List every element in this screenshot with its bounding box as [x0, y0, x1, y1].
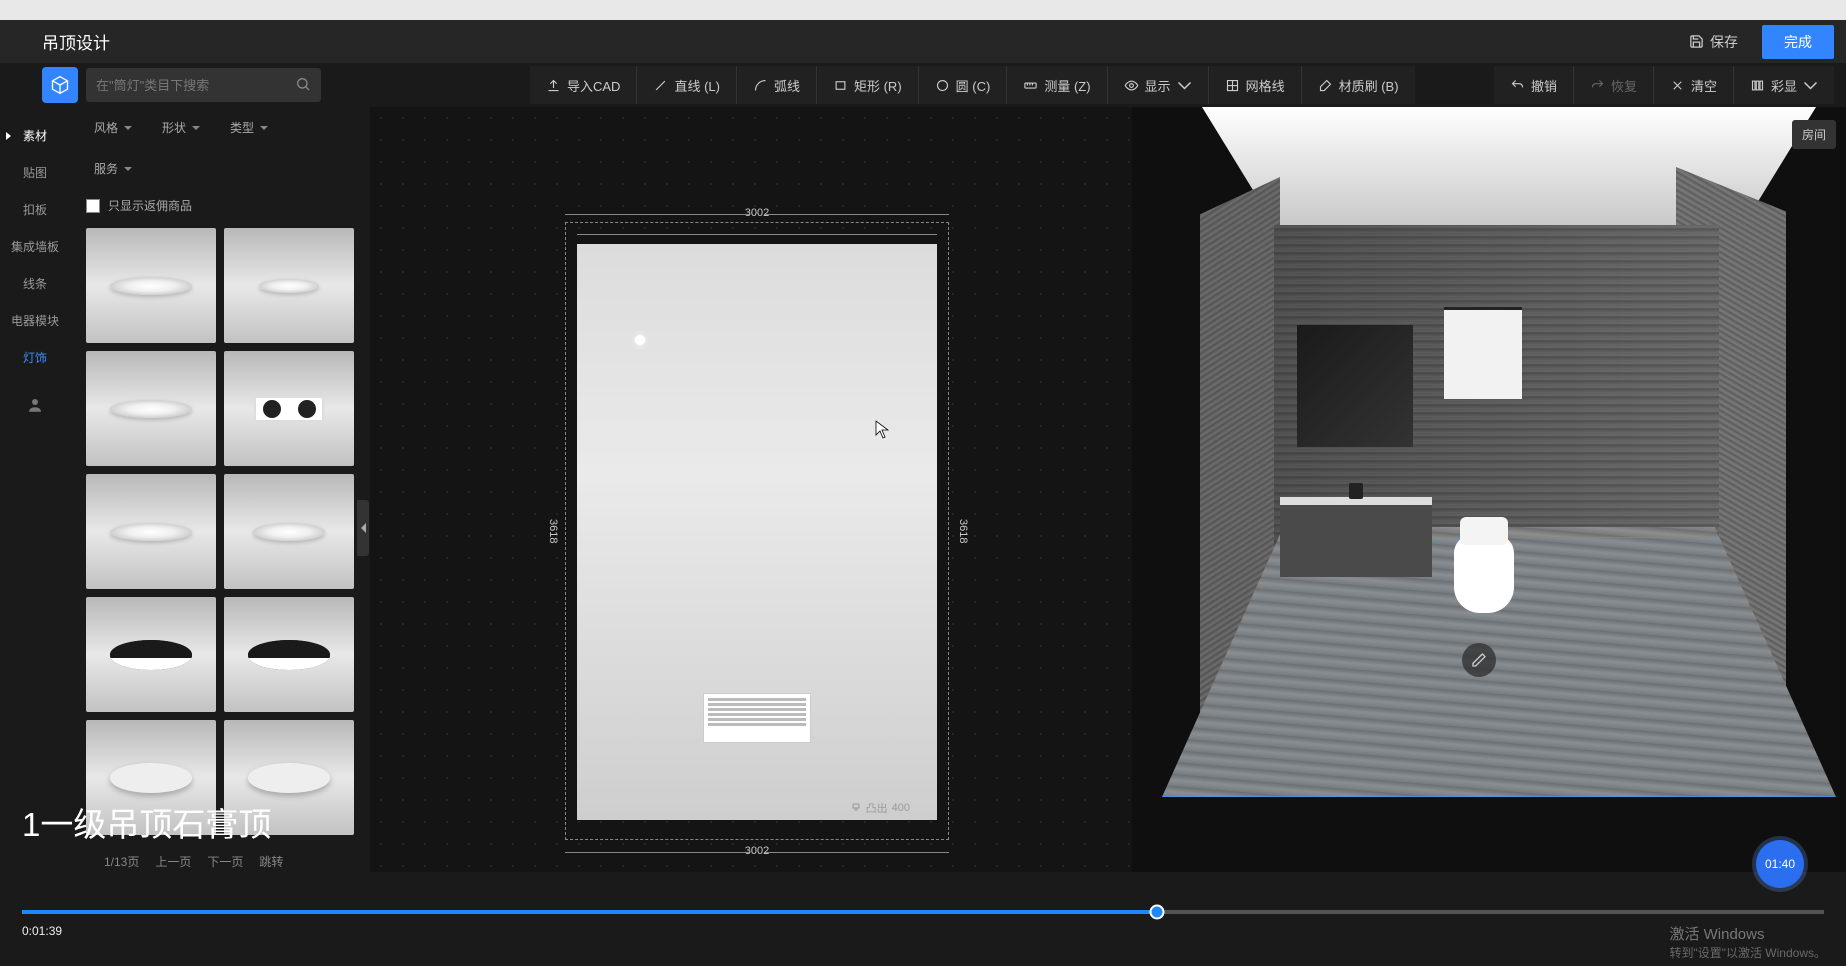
- windows-watermark: 激活 Windows 转到"设置"以激活 Windows。: [1669, 924, 1826, 962]
- vanity-cabinet: [1280, 497, 1432, 577]
- exhaust-fan[interactable]: [703, 693, 811, 743]
- measure-tool[interactable]: 测量 (Z): [1007, 66, 1107, 104]
- tab-wallboard[interactable]: 集成墙板: [0, 230, 70, 263]
- next-page[interactable]: 下一页: [207, 853, 243, 870]
- prev-page[interactable]: 上一页: [155, 853, 191, 870]
- circle-icon: [935, 78, 950, 93]
- rect-icon: [833, 78, 848, 93]
- video-caption: 1一级吊顶石膏顶: [22, 798, 271, 846]
- viewport-3d[interactable]: [1132, 107, 1846, 872]
- room-view-button[interactable]: 房间: [1792, 120, 1836, 149]
- asset-downlight-3[interactable]: [86, 351, 216, 466]
- done-button[interactable]: 完成: [1762, 25, 1834, 59]
- progress-bar[interactable]: [22, 910, 1824, 914]
- filter-row-2: 服务: [86, 148, 354, 189]
- progress-fill: [22, 910, 1157, 914]
- save-icon: [1689, 34, 1704, 49]
- asset-downlight-4[interactable]: [86, 474, 216, 589]
- toilet: [1454, 535, 1514, 613]
- undo-icon: [1510, 78, 1525, 93]
- color-display-dropdown[interactable]: 彩显: [1734, 66, 1834, 104]
- undo-button[interactable]: 撤销: [1494, 66, 1574, 104]
- elevation-badge: 凸出 400: [850, 800, 910, 816]
- dimension-inner: [577, 227, 937, 241]
- tab-texture[interactable]: 贴图: [0, 156, 70, 189]
- grid-icon: [1225, 78, 1240, 93]
- filter-style[interactable]: 风格: [86, 115, 140, 140]
- panel-collapse-handle[interactable]: [357, 500, 369, 556]
- redo-icon: [1590, 78, 1605, 93]
- circle-tool[interactable]: 圆 (C): [919, 66, 1008, 104]
- canvas-2d[interactable]: 3002 3002 3618 3618 凸出 400: [370, 107, 1132, 872]
- upload-icon: [546, 78, 561, 93]
- video-controls: 0:01:39: [0, 894, 1846, 966]
- edit-3d-button[interactable]: [1462, 643, 1496, 677]
- eye-icon: [1124, 78, 1139, 93]
- asset-double-spot[interactable]: [224, 351, 354, 466]
- material-brush-tool[interactable]: 材质刷 (B): [1302, 66, 1415, 104]
- search-input[interactable]: [96, 78, 295, 93]
- asset-ceiling-black-2[interactable]: [224, 597, 354, 712]
- bathroom-mirror: [1297, 325, 1413, 447]
- placed-downlight[interactable]: [635, 335, 645, 345]
- line-icon: [653, 78, 668, 93]
- line-tool[interactable]: 直线 (L): [637, 66, 737, 104]
- room-3d: [1162, 107, 1836, 827]
- user-icon[interactable]: [26, 396, 44, 417]
- asset-downlight-5[interactable]: [224, 474, 354, 589]
- import-cad-button[interactable]: 导入CAD: [530, 66, 637, 104]
- clear-button[interactable]: 清空: [1654, 66, 1734, 104]
- redo-button[interactable]: 恢复: [1574, 66, 1654, 104]
- filter-shape[interactable]: 形状: [154, 115, 208, 140]
- asset-grid: [86, 222, 354, 835]
- tab-material[interactable]: 素材: [0, 119, 70, 152]
- tab-panel[interactable]: 扣板: [0, 193, 70, 226]
- chevron-down-icon: [1177, 78, 1192, 93]
- grid-tool[interactable]: 网格线: [1209, 66, 1302, 104]
- page-indicator: 1/13页: [104, 853, 139, 870]
- asset-downlight-2[interactable]: [224, 228, 354, 343]
- pencil-icon: [1471, 652, 1487, 668]
- arc-tool[interactable]: 弧线: [737, 66, 817, 104]
- save-button[interactable]: 保存: [1675, 26, 1752, 58]
- arc-icon: [753, 78, 768, 93]
- dimension-right: 3618: [956, 222, 970, 840]
- ruler-icon: [1023, 78, 1038, 93]
- dimension-top: 3002: [565, 207, 949, 219]
- rect-tool[interactable]: 矩形 (R): [817, 66, 919, 104]
- filter-service[interactable]: 服务: [86, 156, 140, 181]
- time-label: 0:01:39: [22, 924, 1824, 938]
- model-library-button[interactable]: [42, 67, 78, 103]
- brush-icon: [1318, 78, 1333, 93]
- tab-lighting[interactable]: 灯饰: [0, 341, 70, 374]
- columns-icon: [1750, 78, 1765, 93]
- display-dropdown[interactable]: 显示: [1108, 66, 1209, 104]
- tab-appliance[interactable]: 电器模块: [0, 304, 70, 337]
- dimension-bottom: 3002: [565, 845, 949, 857]
- checkbox[interactable]: [86, 199, 100, 213]
- browser-chrome-strip: [0, 0, 1846, 20]
- jump-page[interactable]: 跳转: [259, 853, 283, 870]
- elevation-icon: [850, 802, 862, 814]
- asset-ceiling-black[interactable]: [86, 597, 216, 712]
- time-bubble: 01:40: [1756, 840, 1804, 888]
- search-icon[interactable]: [295, 76, 311, 95]
- title-actions: 保存 完成: [1675, 25, 1834, 59]
- dimension-left: 3618: [546, 222, 560, 840]
- search-box[interactable]: [86, 68, 321, 102]
- chevron-down-icon: [1803, 78, 1818, 93]
- commission-checkbox-row[interactable]: 只显示返佣商品: [86, 189, 354, 222]
- title-bar: 吊顶设计 保存 完成: [0, 20, 1846, 63]
- progress-thumb[interactable]: [1150, 905, 1165, 920]
- cube-icon: [50, 75, 70, 95]
- filter-row-1: 风格 形状 类型: [86, 107, 354, 148]
- app-title: 吊顶设计: [42, 29, 110, 54]
- towel-rack: [1444, 307, 1522, 399]
- filter-type[interactable]: 类型: [222, 115, 276, 140]
- asset-downlight-1[interactable]: [86, 228, 216, 343]
- clear-icon: [1670, 78, 1685, 93]
- toolbar: 导入CAD 直线 (L) 弧线 矩形 (R) 圆 (C) 测量 (Z) 显示: [0, 63, 1846, 107]
- tab-molding[interactable]: 线条: [0, 267, 70, 300]
- checkbox-label: 只显示返佣商品: [108, 197, 192, 214]
